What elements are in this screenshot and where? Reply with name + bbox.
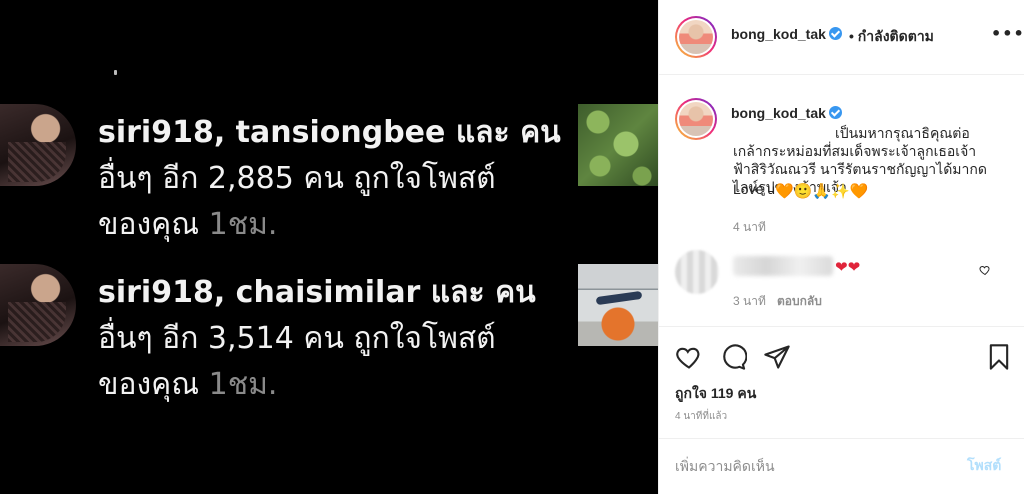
- add-comment-bar: โพสต์: [659, 438, 1024, 494]
- share-paper-plane-icon[interactable]: [763, 343, 791, 371]
- post-thumbnail: [578, 264, 658, 346]
- avatar[interactable]: [675, 16, 717, 58]
- notification-line: siri918, tansiongbee และ คน: [98, 115, 561, 150]
- avatar: [0, 264, 76, 346]
- sparkles-emoji-icon: ✨: [831, 183, 850, 200]
- avatar[interactable]: [675, 250, 719, 294]
- notification-item: siri918, tansiongbee และ คน อื่นๆ อีก 2,…: [0, 104, 658, 254]
- notification-item: siri918, chaisimilar และ คน อื่นๆ อีก 3,…: [0, 264, 658, 414]
- comment-time: 3 นาที: [733, 294, 766, 308]
- post-header: bong_kod_tak • กำลังติดตาม •••: [659, 0, 1024, 75]
- blurred-comment-username: [733, 256, 833, 276]
- notification-time: 1ชม.: [208, 207, 278, 242]
- caption-love-line: Love u🧡🙂🙏✨🧡: [733, 181, 869, 200]
- notification-line: อื่นๆ อีก 3,514 คน ถูกใจโพสต์: [98, 321, 496, 356]
- comment-input[interactable]: [675, 455, 955, 477]
- notification-time: 1ชม.: [208, 367, 278, 402]
- notification-line: ของคุณ: [98, 207, 200, 242]
- post-side-panel: bong_kod_tak • กำลังติดตาม ••• bong_kod_…: [658, 0, 1024, 494]
- notification-text: siri918, tansiongbee และ คน อื่นๆ อีก 2,…: [98, 110, 568, 248]
- post-actions: ถูกใจ 119 คน 4 นาทีที่แล้ว: [659, 326, 1024, 438]
- smile-emoji-icon: 🙂: [793, 183, 813, 200]
- like-heart-icon[interactable]: [675, 343, 703, 371]
- comment-item: ❤❤ 3 นาที ตอบกลับ: [659, 246, 1024, 308]
- caption-time: 4 นาที: [733, 220, 766, 234]
- avatar[interactable]: [675, 98, 717, 140]
- notification-line: อื่นๆ อีก 2,885 คน ถูกใจโพสต์: [98, 161, 496, 196]
- red-heart-icon: ❤❤: [835, 258, 861, 276]
- status-dot: [114, 70, 117, 75]
- post-comment-button[interactable]: โพสต์: [967, 455, 1001, 477]
- verified-badge-icon: [828, 106, 842, 119]
- notification-text: siri918, chaisimilar และ คน อื่นๆ อีก 3,…: [98, 270, 568, 408]
- comment-like-icon[interactable]: [979, 264, 991, 280]
- header-username[interactable]: bong_kod_tak: [731, 26, 842, 42]
- reply-button[interactable]: ตอบกลับ: [777, 292, 822, 311]
- verified-badge-icon: [828, 27, 842, 40]
- following-status[interactable]: • กำลังติดตาม: [849, 26, 934, 48]
- notifications-screenshot: siri918, tansiongbee และ คน อื่นๆ อีก 2,…: [0, 0, 658, 494]
- bookmark-icon[interactable]: [985, 343, 1013, 371]
- notification-line: siri918, chaisimilar และ คน: [98, 275, 536, 310]
- notification-line: ของคุณ: [98, 367, 200, 402]
- post-timestamp: 4 นาทีที่แล้ว: [675, 411, 728, 422]
- likes-count[interactable]: ถูกใจ 119 คน: [675, 383, 756, 405]
- orange-heart-icon: 🧡: [775, 183, 794, 200]
- orange-heart-icon: 🧡: [849, 183, 869, 200]
- avatar: [0, 104, 76, 186]
- more-options-icon[interactable]: •••: [991, 24, 1024, 43]
- comment-bubble-icon[interactable]: [719, 343, 748, 371]
- pray-emoji-icon: 🙏: [812, 183, 832, 200]
- post-thumbnail: [578, 104, 658, 186]
- caption-username[interactable]: bong_kod_tak: [731, 105, 842, 121]
